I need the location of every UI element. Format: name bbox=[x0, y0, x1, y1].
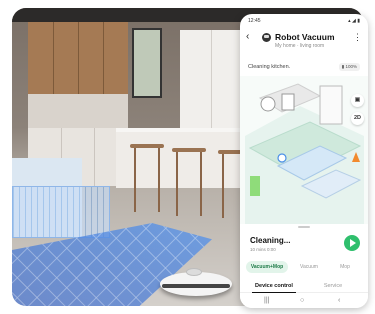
tab-device-control[interactable]: Device control bbox=[252, 281, 296, 293]
cleaning-subtitle: 10 mins 0:00 bbox=[250, 247, 276, 252]
upper-cabinets bbox=[28, 22, 128, 94]
app-header: ‹ Robot Vacuum My home · living room ⋮ bbox=[240, 28, 368, 56]
back-nav-icon[interactable]: ‹ bbox=[338, 297, 340, 304]
bottom-tabs: Device control Service bbox=[240, 281, 368, 293]
mode-vacuum-mop[interactable]: Vacuum+Mop bbox=[246, 261, 288, 273]
refrigerator bbox=[180, 30, 244, 134]
chevron-left-icon[interactable]: ‹ bbox=[246, 32, 256, 42]
drag-handle[interactable] bbox=[298, 226, 310, 228]
mode-selector: Vacuum+Mop Vacuum Mop bbox=[246, 261, 364, 273]
cleaning-status-text: Cleaning kitchen. bbox=[248, 64, 291, 70]
control-panel: Cleaning... 10 mins 0:00 Vacuum+Mop Vacu… bbox=[240, 224, 368, 308]
floor-map[interactable]: ▣ 2D bbox=[240, 76, 368, 224]
more-vertical-icon[interactable]: ⋮ bbox=[353, 32, 362, 43]
map-layers-icon[interactable]: ▣ bbox=[351, 94, 364, 107]
status-time: 12:45 bbox=[248, 18, 261, 24]
robot-vacuum-icon bbox=[262, 33, 271, 42]
backsplash bbox=[28, 94, 128, 128]
battery-badge: ▮ 100% bbox=[338, 63, 360, 71]
status-icons: ▴ ◢ ▮ bbox=[348, 18, 360, 24]
map-appliance-washer bbox=[260, 96, 276, 112]
mode-mop[interactable]: Mop bbox=[330, 261, 360, 273]
page-subtitle: My home · living room bbox=[275, 43, 325, 49]
map-rendering bbox=[245, 83, 364, 224]
map-refrigerator bbox=[319, 85, 343, 125]
view-2d-button[interactable]: 2D bbox=[351, 112, 364, 125]
cleaning-title: Cleaning... bbox=[250, 236, 291, 245]
robot-vacuum-bumper bbox=[162, 284, 230, 288]
status-bar: 12:45 ▴ ◢ ▮ bbox=[248, 18, 360, 26]
home-icon[interactable]: ○ bbox=[300, 297, 304, 304]
map-plant bbox=[250, 176, 260, 196]
tab-service[interactable]: Service bbox=[318, 281, 348, 293]
mode-vacuum[interactable]: Vacuum bbox=[294, 261, 324, 273]
page-title: Robot Vacuum bbox=[275, 32, 335, 42]
robot-lidar-sensor bbox=[186, 268, 202, 276]
map-robot-position bbox=[277, 153, 287, 163]
scanned-sofa bbox=[12, 186, 110, 238]
recent-apps-icon[interactable]: ||| bbox=[264, 297, 269, 304]
phone-screen: 12:45 ▴ ◢ ▮ ‹ Robot Vacuum My home · liv… bbox=[240, 14, 368, 308]
system-nav-bar: ||| ○ ‹ bbox=[240, 297, 368, 307]
window bbox=[132, 28, 162, 98]
play-icon[interactable] bbox=[344, 235, 360, 251]
map-appliance-dryer bbox=[281, 93, 295, 111]
